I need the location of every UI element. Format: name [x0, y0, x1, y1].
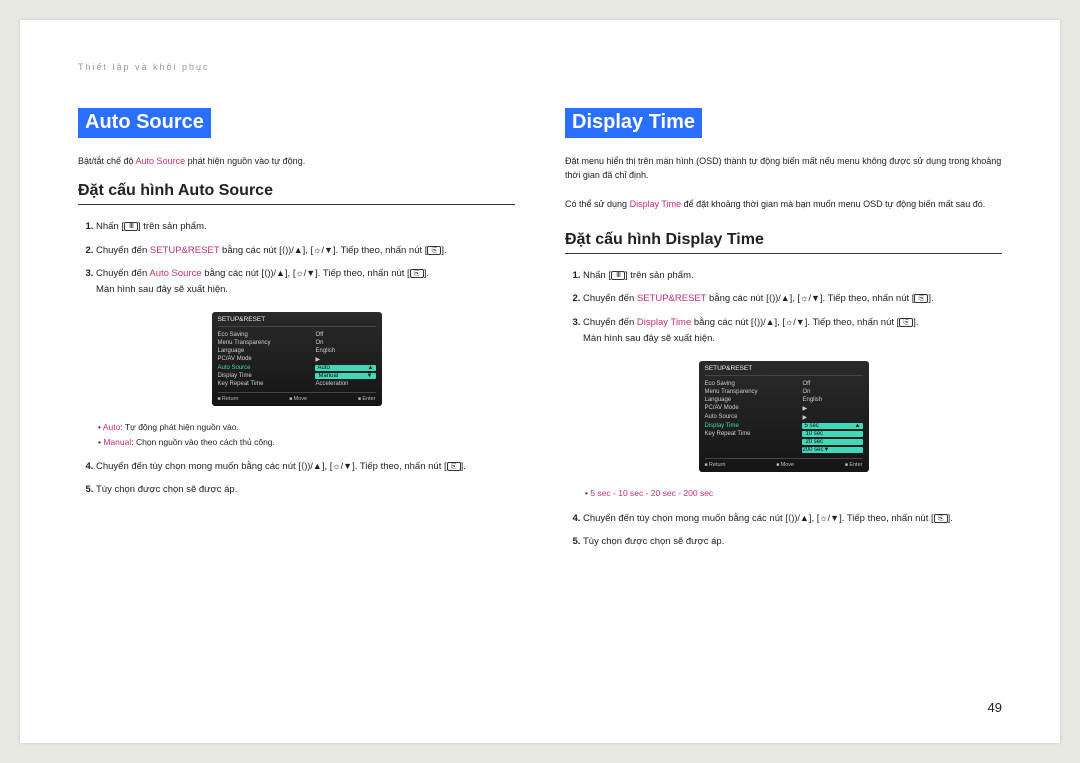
- option-bullets: 5 sec - 10 sec - 20 sec - 200 sec: [565, 486, 1002, 500]
- osd-footer: ReturnMoveEnter: [218, 392, 376, 402]
- osd-footer: ReturnMoveEnter: [705, 458, 863, 468]
- osd-screenshot: SETUP&RESET Eco SavingOff Menu Transpare…: [78, 312, 515, 406]
- intro-text: Đặt menu hiển thị trên màn hình (OSD) th…: [565, 154, 1002, 183]
- enter-icon: ⎘: [427, 246, 441, 255]
- two-column-layout: Auto Source Bật/tắt chế độ Auto Source p…: [78, 108, 1002, 557]
- keyword-setup-reset: SETUP&RESET: [150, 245, 220, 256]
- right-column: Display Time Đặt menu hiển thị trên màn …: [565, 108, 1002, 557]
- osd-row: LanguageEnglish: [705, 396, 863, 404]
- osd-row: Auto Source▶: [705, 413, 863, 422]
- osd-row: 20 sec: [705, 438, 863, 446]
- keyword-auto-source: Auto Source: [136, 156, 186, 166]
- osd-row: LanguageEnglish: [218, 347, 376, 355]
- bright-down-icon: ☼/▼: [332, 459, 352, 474]
- osd-title: SETUP&RESET: [705, 365, 863, 376]
- manual-page: Thiết lập và khôi phục Auto Source Bật/t…: [20, 20, 1060, 743]
- vol-up-icon: ⟨))/▲: [264, 266, 285, 281]
- bullet-auto: Auto: Tự động phát hiện nguồn vào.: [98, 420, 515, 434]
- subheading: Đặt cấu hình Auto Source: [78, 182, 515, 205]
- enter-icon: ⎘: [934, 514, 948, 523]
- vol-up-icon: ⟨))/▲: [769, 291, 790, 306]
- step-3: Chuyển đến Display Time bằng các nút [⟨)…: [583, 315, 1002, 347]
- osd-row: Display TimeManual▼: [218, 372, 376, 380]
- steps-list: Nhấn [Ⅲ] trên sản phẩm. Chuyển đến SETUP…: [78, 219, 515, 298]
- vol-up-icon: ⟨))/▲: [788, 511, 809, 526]
- osd-row: 200 sec▼: [705, 446, 863, 454]
- osd-row: PC/AV Mode▶: [705, 404, 863, 413]
- vol-up-icon: ⟨))/▲: [754, 315, 775, 330]
- enter-icon: ⎘: [899, 318, 913, 327]
- step-4: Chuyển đến tùy chọn mong muốn bằng các n…: [96, 459, 515, 475]
- enter-icon: ⎘: [914, 294, 928, 303]
- chapter-header: Thiết lập và khôi phục: [78, 62, 1002, 72]
- bright-down-icon: ☼/▼: [313, 243, 333, 258]
- vol-up-icon: ⟨))/▲: [301, 459, 322, 474]
- left-column: Auto Source Bật/tắt chế độ Auto Source p…: [78, 108, 515, 557]
- section-title-auto-source: Auto Source: [78, 108, 211, 138]
- step-5: Tùy chọn được chọn sẽ được áp.: [583, 534, 1002, 550]
- steps-list-cont: Chuyển đến tùy chọn mong muốn bằng các n…: [78, 459, 515, 498]
- intro-text: Bật/tắt chế độ Auto Source phát hiện ngu…: [78, 154, 515, 168]
- osd-screenshot: SETUP&RESET Eco SavingOff Menu Transpare…: [565, 361, 1002, 472]
- bright-down-icon: ☼/▼: [295, 266, 315, 281]
- keyword-setup-reset: SETUP&RESET: [637, 293, 707, 304]
- osd-row: Key Repeat TimeAcceleration: [218, 380, 376, 388]
- steps-list-cont: Chuyển đến tùy chọn mong muốn bằng các n…: [565, 511, 1002, 550]
- osd-row: Menu TransparencyOn: [218, 339, 376, 347]
- menu-icon: Ⅲ: [611, 271, 625, 280]
- osd-row: Key Repeat Time10 sec: [705, 430, 863, 438]
- step-1: Nhấn [Ⅲ] trên sản phẩm.: [96, 219, 515, 235]
- osd-row-selected: Display Time5 sec▲: [705, 422, 863, 430]
- osd-title: SETUP&RESET: [218, 316, 376, 327]
- keyword-auto-source: Auto Source: [149, 268, 201, 279]
- page-number: 49: [988, 700, 1002, 715]
- osd-row: Eco SavingOff: [218, 331, 376, 339]
- subheading: Đặt cấu hình Display Time: [565, 231, 1002, 254]
- option-bullets: Auto: Tự động phát hiện nguồn vào. Manua…: [78, 420, 515, 449]
- bright-down-icon: ☼/▼: [785, 315, 805, 330]
- keyword-display-time: Display Time: [630, 199, 682, 209]
- osd-row: Eco SavingOff: [705, 380, 863, 388]
- step-4: Chuyển đến tùy chọn mong muốn bằng các n…: [583, 511, 1002, 527]
- osd-row: PC/AV Mode▶: [218, 355, 376, 364]
- intro-text-2: Có thể sử dụng Display Time để đặt khoản…: [565, 197, 1002, 211]
- menu-icon: Ⅲ: [124, 222, 138, 231]
- enter-icon: ⎘: [447, 462, 461, 471]
- osd-row-selected: Auto SourceAuto▲: [218, 364, 376, 372]
- step-5: Tùy chọn được chọn sẽ được áp.: [96, 482, 515, 498]
- section-title-display-time: Display Time: [565, 108, 702, 138]
- bright-down-icon: ☼/▼: [819, 511, 839, 526]
- bullet-times: 5 sec - 10 sec - 20 sec - 200 sec: [585, 486, 1002, 500]
- enter-icon: ⎘: [410, 269, 424, 278]
- vol-up-icon: ⟨))/▲: [282, 243, 303, 258]
- step-3: Chuyển đến Auto Source bằng các nút [⟨))…: [96, 266, 515, 298]
- osd-menu: SETUP&RESET Eco SavingOff Menu Transpare…: [212, 312, 382, 406]
- steps-list: Nhấn [Ⅲ] trên sản phẩm. Chuyển đến SETUP…: [565, 268, 1002, 347]
- bullet-manual: Manual: Chọn nguồn vào theo cách thủ côn…: [98, 435, 515, 449]
- osd-menu: SETUP&RESET Eco SavingOff Menu Transpare…: [699, 361, 869, 472]
- bright-down-icon: ☼/▼: [800, 291, 820, 306]
- step-1: Nhấn [Ⅲ] trên sản phẩm.: [583, 268, 1002, 284]
- step-2: Chuyển đến SETUP&RESET bằng các nút [⟨))…: [96, 243, 515, 259]
- step-2: Chuyển đến SETUP&RESET bằng các nút [⟨))…: [583, 291, 1002, 307]
- keyword-display-time: Display Time: [637, 317, 691, 328]
- osd-row: Menu TransparencyOn: [705, 388, 863, 396]
